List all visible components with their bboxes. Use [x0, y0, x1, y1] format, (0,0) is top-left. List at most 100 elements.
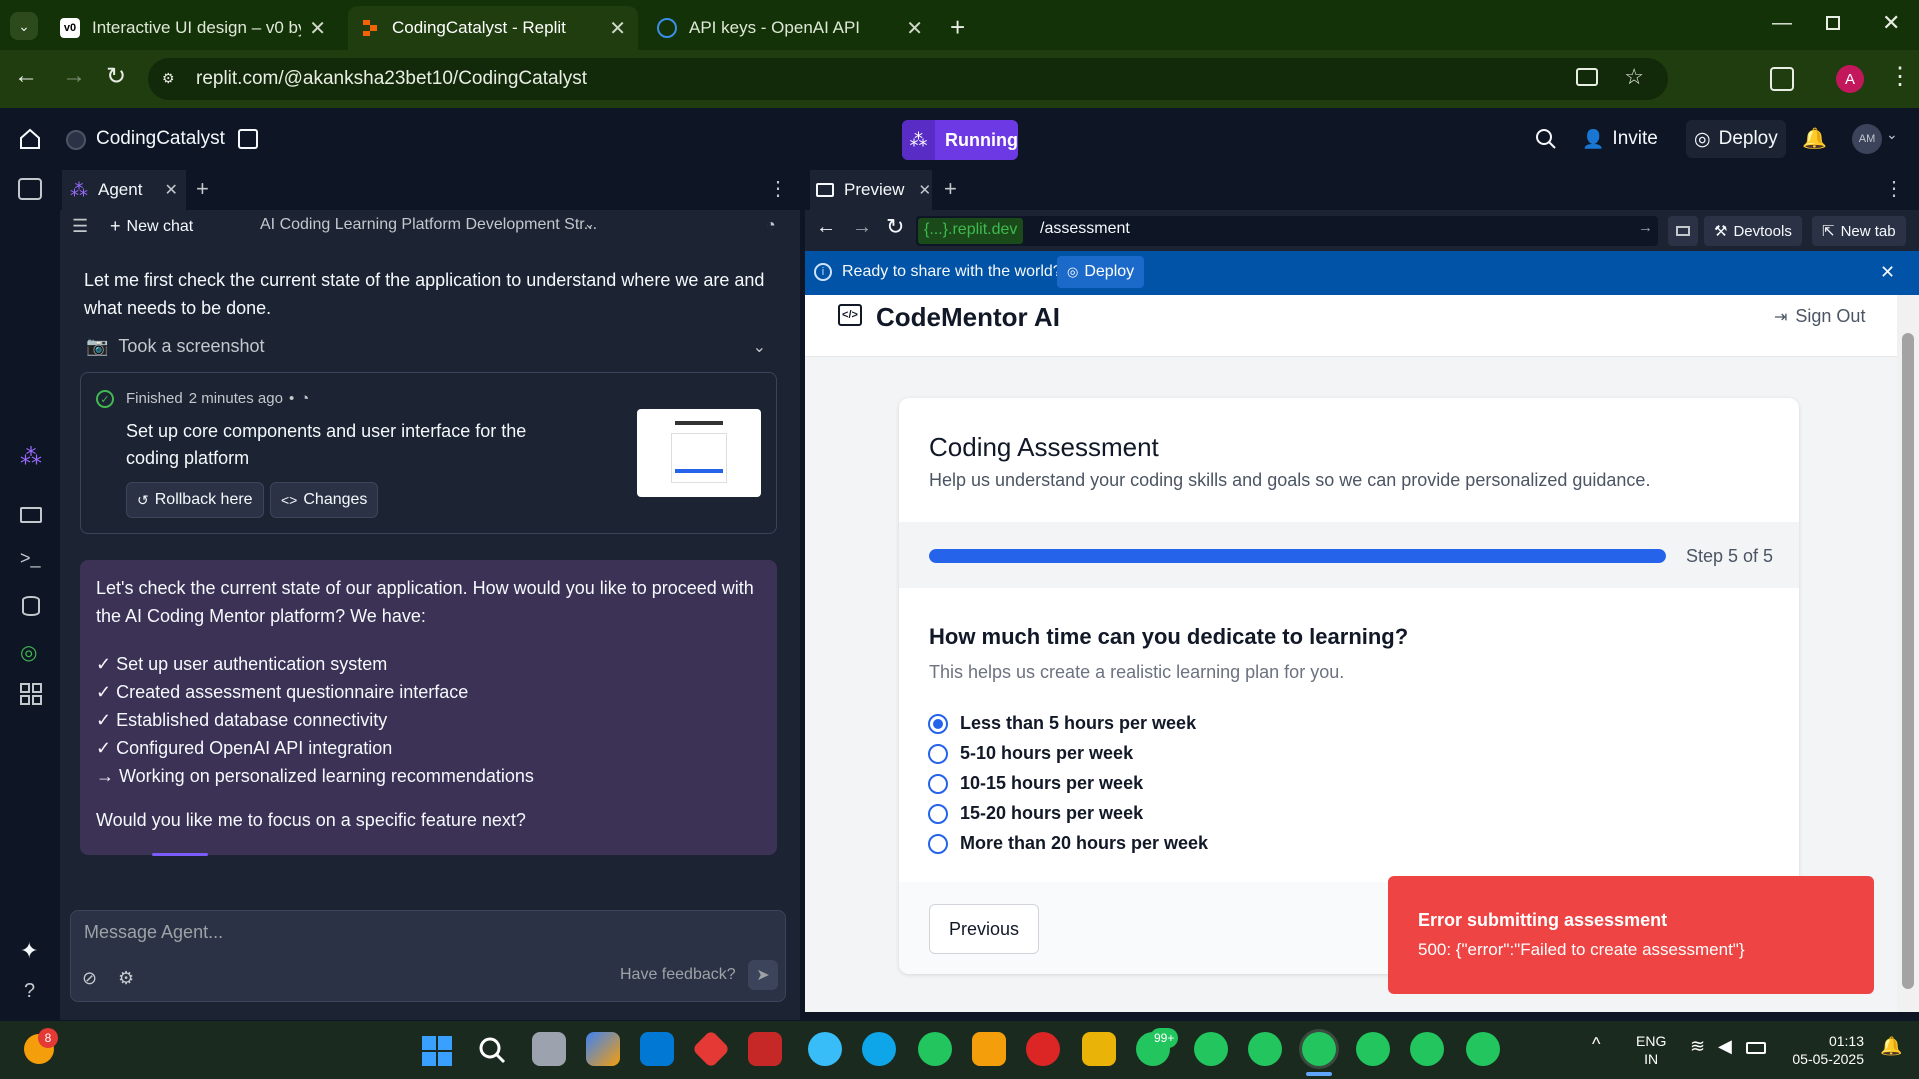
pane-menu-icon[interactable]: ⋮	[1884, 176, 1904, 201]
preview-scrollbar[interactable]	[1897, 295, 1919, 1012]
radio-button[interactable]	[928, 713, 948, 734]
language-indicator[interactable]: ENG IN	[1636, 1032, 1666, 1068]
notification-center-icon[interactable]: 🔔	[1880, 1036, 1902, 1057]
browser-tab-replit[interactable]: CodingCatalyst - Replit ✕	[348, 6, 638, 50]
user-avatar[interactable]: AM	[1852, 124, 1882, 154]
chrome-profile-icon[interactable]	[1194, 1032, 1228, 1066]
windows-start-icon[interactable]	[422, 1036, 452, 1066]
reload-icon[interactable]: ↻	[106, 62, 126, 91]
changes-button[interactable]: <> Changes	[270, 482, 379, 518]
chrome-active-icon[interactable]	[1302, 1032, 1336, 1066]
checkpoint-thumbnail[interactable]	[637, 409, 761, 497]
profile-avatar[interactable]: A	[1836, 65, 1864, 93]
close-window-icon[interactable]: ✕	[1882, 10, 1900, 36]
all-tools-grid-icon[interactable]	[20, 683, 42, 705]
agent-side-icon[interactable]: ⁂	[20, 444, 42, 470]
chat-history-list-icon[interactable]: ☰	[72, 216, 88, 237]
app-brand[interactable]: CodeMentor AI	[876, 302, 1060, 333]
devtools-button[interactable]: ⚒ Devtools	[1704, 216, 1802, 246]
chrome-profile-icon[interactable]	[1248, 1032, 1282, 1066]
install-app-icon[interactable]	[1576, 68, 1598, 86]
python-icon[interactable]	[808, 1032, 842, 1066]
tab-search-chevron-icon[interactable]: ⌄	[10, 12, 38, 40]
option-more-than-20[interactable]: More than 20 hours per week	[928, 833, 1208, 854]
new-chat-button[interactable]: + New chat	[110, 216, 193, 237]
option-15-20[interactable]: 15-20 hours per week	[928, 803, 1143, 824]
clock[interactable]: 01:13 05-05-2025	[1788, 1032, 1864, 1068]
forward-arrow-icon[interactable]: →	[62, 62, 86, 90]
address-bar[interactable]: ⚙ replit.com/@akanksha23bet10/CodingCata…	[148, 58, 1668, 100]
edge-icon[interactable]	[862, 1032, 896, 1066]
speed-gauge-icon[interactable]: ◔	[766, 217, 776, 235]
new-tab-plus-icon[interactable]: +	[950, 12, 965, 43]
browser-tab-openai[interactable]: API keys - OpenAI API ✕	[645, 6, 935, 50]
option-less-than-5[interactable]: Less than 5 hours per week	[928, 713, 1196, 734]
close-tab-icon[interactable]: ✕	[609, 16, 626, 41]
mcafee-icon[interactable]	[748, 1032, 782, 1066]
chrome-profile-icon[interactable]	[1356, 1032, 1390, 1066]
close-banner-icon[interactable]: ✕	[1880, 262, 1895, 283]
back-arrow-icon[interactable]: ←	[14, 62, 38, 90]
battery-icon[interactable]	[1746, 1042, 1766, 1054]
file-explorer-icon[interactable]	[1082, 1032, 1116, 1066]
taskbar-search-icon[interactable]	[478, 1036, 506, 1064]
notifications-bell-icon[interactable]: 🔔	[1802, 126, 1827, 151]
radio-button[interactable]	[928, 833, 948, 854]
attach-paperclip-icon[interactable]: ⊘	[82, 968, 97, 989]
volume-icon[interactable]: ◀	[1718, 1036, 1732, 1057]
browser-menu-icon[interactable]: ⋮	[1888, 62, 1912, 91]
minimize-window-icon[interactable]: —	[1772, 12, 1792, 35]
chrome-profile-icon[interactable]	[1466, 1032, 1500, 1066]
preview-side-icon[interactable]	[20, 507, 42, 523]
domain-badge[interactable]: {...}.replit.dev	[918, 218, 1024, 244]
opera-icon[interactable]	[1026, 1032, 1060, 1066]
browser-tab-v0[interactable]: v0 Interactive UI design – v0 by Ve ✕	[48, 6, 338, 50]
go-arrow-icon[interactable]: →	[1638, 219, 1653, 236]
new-pane-tab-plus-icon[interactable]: +	[196, 176, 209, 202]
pane-menu-icon[interactable]: ⋮	[768, 176, 788, 201]
send-icon[interactable]: ➤	[748, 960, 778, 990]
database-side-icon[interactable]	[22, 596, 40, 616]
option-10-15[interactable]: 10-15 hours per week	[928, 773, 1143, 794]
avatar-chevron-icon[interactable]: ⌄	[1886, 126, 1898, 143]
close-tab-icon[interactable]: ✕	[309, 16, 326, 41]
new-tab-button[interactable]: ⇱ New tab	[1812, 216, 1906, 246]
chat-title-dropdown[interactable]: AI Coding Learning Platform Development …	[260, 216, 600, 234]
extensions-icon[interactable]	[1770, 67, 1794, 91]
tab-preview[interactable]: Preview ✕	[810, 170, 932, 210]
message-input-placeholder[interactable]: Message Agent...	[84, 922, 223, 943]
close-tab-icon[interactable]: ✕	[918, 181, 931, 199]
shell-side-icon[interactable]: >_	[20, 548, 41, 569]
project-name[interactable]: CodingCatalyst	[96, 128, 225, 150]
option-5-10[interactable]: 5-10 hours per week	[928, 743, 1133, 764]
copilot-icon[interactable]	[586, 1032, 620, 1066]
vscode-icon[interactable]	[640, 1032, 674, 1066]
preview-forward-icon[interactable]: →	[852, 216, 872, 239]
home-icon[interactable]	[18, 128, 42, 150]
chrome-icon[interactable]	[918, 1032, 952, 1066]
store-icon[interactable]	[972, 1032, 1006, 1066]
radio-button[interactable]	[928, 773, 948, 794]
feedback-link[interactable]: Have feedback?	[620, 966, 736, 984]
close-tab-icon[interactable]: ✕	[906, 16, 923, 41]
chrome-profile-icon[interactable]	[1410, 1032, 1444, 1066]
restore-window-icon[interactable]	[1826, 16, 1840, 30]
sign-out-button[interactable]: ⇥ Sign Out	[1774, 306, 1865, 327]
url-path[interactable]: /assessment	[1040, 220, 1130, 238]
sparkle-icon[interactable]: ✦	[20, 938, 38, 964]
tab-agent[interactable]: ⁂ Agent ✕	[62, 170, 186, 210]
bookmark-star-icon[interactable]: ☆	[1624, 64, 1644, 90]
task-view-icon[interactable]	[532, 1032, 566, 1066]
rollback-button[interactable]: ↺ Rollback here	[126, 482, 264, 518]
site-info-icon[interactable]: ⚙	[162, 70, 180, 88]
close-tab-icon[interactable]: ✕	[164, 180, 177, 200]
wifi-icon[interactable]: ≋	[1690, 1036, 1705, 1057]
project-files-icon[interactable]	[238, 129, 258, 149]
deploy-button[interactable]: ◎ Deploy	[1686, 120, 1786, 158]
settings-gear-icon[interactable]: ⚙	[118, 968, 134, 989]
error-toast[interactable]: Error submitting assessment 500: {"error…	[1388, 876, 1874, 994]
previous-button[interactable]: Previous	[929, 904, 1039, 954]
invite-button[interactable]: 👤 Invite	[1582, 120, 1658, 158]
tray-chevron-up-icon[interactable]: ^	[1592, 1034, 1600, 1055]
scrollbar-thumb[interactable]	[1902, 333, 1914, 989]
